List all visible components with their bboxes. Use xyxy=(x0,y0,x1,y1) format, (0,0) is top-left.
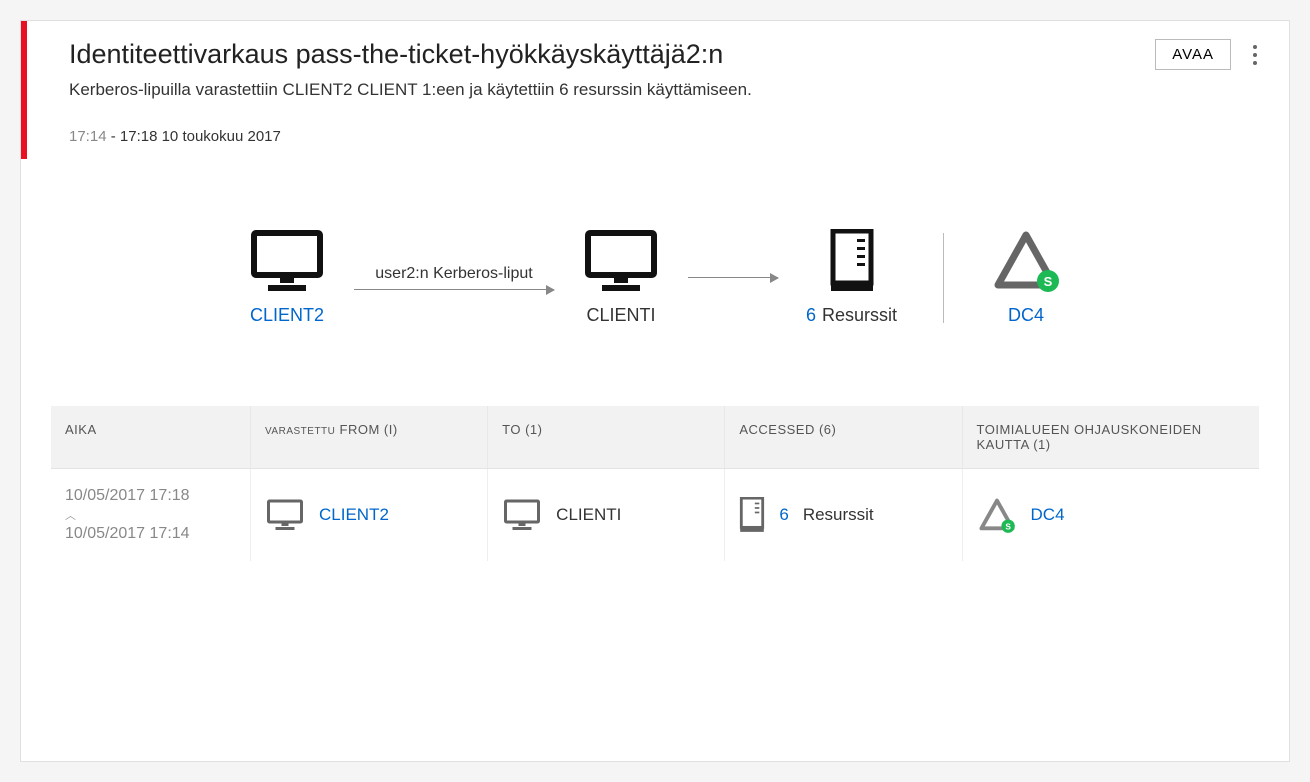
time-start: 17:14 xyxy=(69,128,107,145)
attack-diagram: CLIENT2 user2:n Kerberos-liput CLIENTI xyxy=(21,159,1289,406)
cell-to: CLIENTI xyxy=(488,469,725,561)
more-icon[interactable] xyxy=(1249,41,1261,69)
cell-accessed: 6 Resurssit xyxy=(725,469,962,561)
cell-from: CLIENT2 xyxy=(251,469,488,561)
alert-card: Identiteettivarkaus pass-the-ticket-hyök… xyxy=(20,20,1290,762)
node-from-label: CLIENT2 xyxy=(250,305,324,326)
caret-icon: ︿ xyxy=(65,507,76,523)
alert-subtitle: Kerberos-lipuilla varastettiin CLIENT2 C… xyxy=(69,80,1261,100)
node-resources[interactable]: 6 Resurssit xyxy=(806,229,897,326)
node-to-label: CLIENTI xyxy=(586,305,655,326)
alert-title: Identiteettivarkaus pass-the-ticket-hyök… xyxy=(69,39,723,70)
arrow-icon xyxy=(688,277,778,278)
th-dc: TOIMIALUEEN OHJAUSKONEIDEN KAUTTA (1) xyxy=(963,406,1259,468)
server-icon xyxy=(739,497,765,533)
details-table: AIKA VARASTETTU FROM (I) TO (1) ACCESSED… xyxy=(51,406,1259,561)
time-range: 17:14 - 17:18 10 toukokuu 2017 xyxy=(69,128,1261,145)
node-to[interactable]: CLIENTI xyxy=(582,229,660,326)
table-row[interactable]: 10/05/2017 17:18 ︿ 10/05/2017 17:14 CLIE… xyxy=(51,469,1259,561)
arrow-to-resource xyxy=(688,277,778,278)
server-icon xyxy=(829,229,875,293)
th-from: VARASTETTU FROM (I) xyxy=(251,406,488,468)
cell-dc-label[interactable]: DC4 xyxy=(1031,505,1065,525)
node-dc-label: DC4 xyxy=(1008,305,1044,326)
open-button[interactable]: AVAA xyxy=(1155,39,1231,70)
monitor-icon xyxy=(582,229,660,293)
monitor-icon xyxy=(265,499,305,531)
cell-dc: S DC4 xyxy=(963,469,1259,561)
divider xyxy=(943,233,944,323)
table-header: AIKA VARASTETTU FROM (I) TO (1) ACCESSED… xyxy=(51,406,1259,469)
arrow-icon xyxy=(354,289,554,290)
cell-time: 10/05/2017 17:18 ︿ 10/05/2017 17:14 xyxy=(51,469,251,561)
th-accessed: ACCESSED (6) xyxy=(725,406,962,468)
resources-label: 6 Resurssit xyxy=(806,305,897,326)
triangle-icon: S xyxy=(990,229,1062,293)
triangle-icon: S xyxy=(977,497,1017,533)
th-time: AIKA xyxy=(51,406,251,468)
node-dc[interactable]: S DC4 xyxy=(990,229,1062,326)
node-from[interactable]: CLIENT2 xyxy=(248,229,326,326)
svg-text:S: S xyxy=(1005,521,1011,531)
time-end: 17:18 10 toukokuu 2017 xyxy=(120,128,281,145)
header-actions: AVAA xyxy=(1155,39,1261,70)
th-to: TO (1) xyxy=(488,406,725,468)
cell-from-label[interactable]: CLIENT2 xyxy=(319,505,389,525)
cell-to-label: CLIENTI xyxy=(556,505,621,525)
svg-text:S: S xyxy=(1044,274,1053,289)
monitor-icon xyxy=(502,499,542,531)
monitor-icon xyxy=(248,229,326,293)
arrow-from-to: user2:n Kerberos-liput xyxy=(354,265,554,290)
arrow-label: user2:n Kerberos-liput xyxy=(375,265,532,283)
alert-header: Identiteettivarkaus pass-the-ticket-hyök… xyxy=(21,21,1289,159)
